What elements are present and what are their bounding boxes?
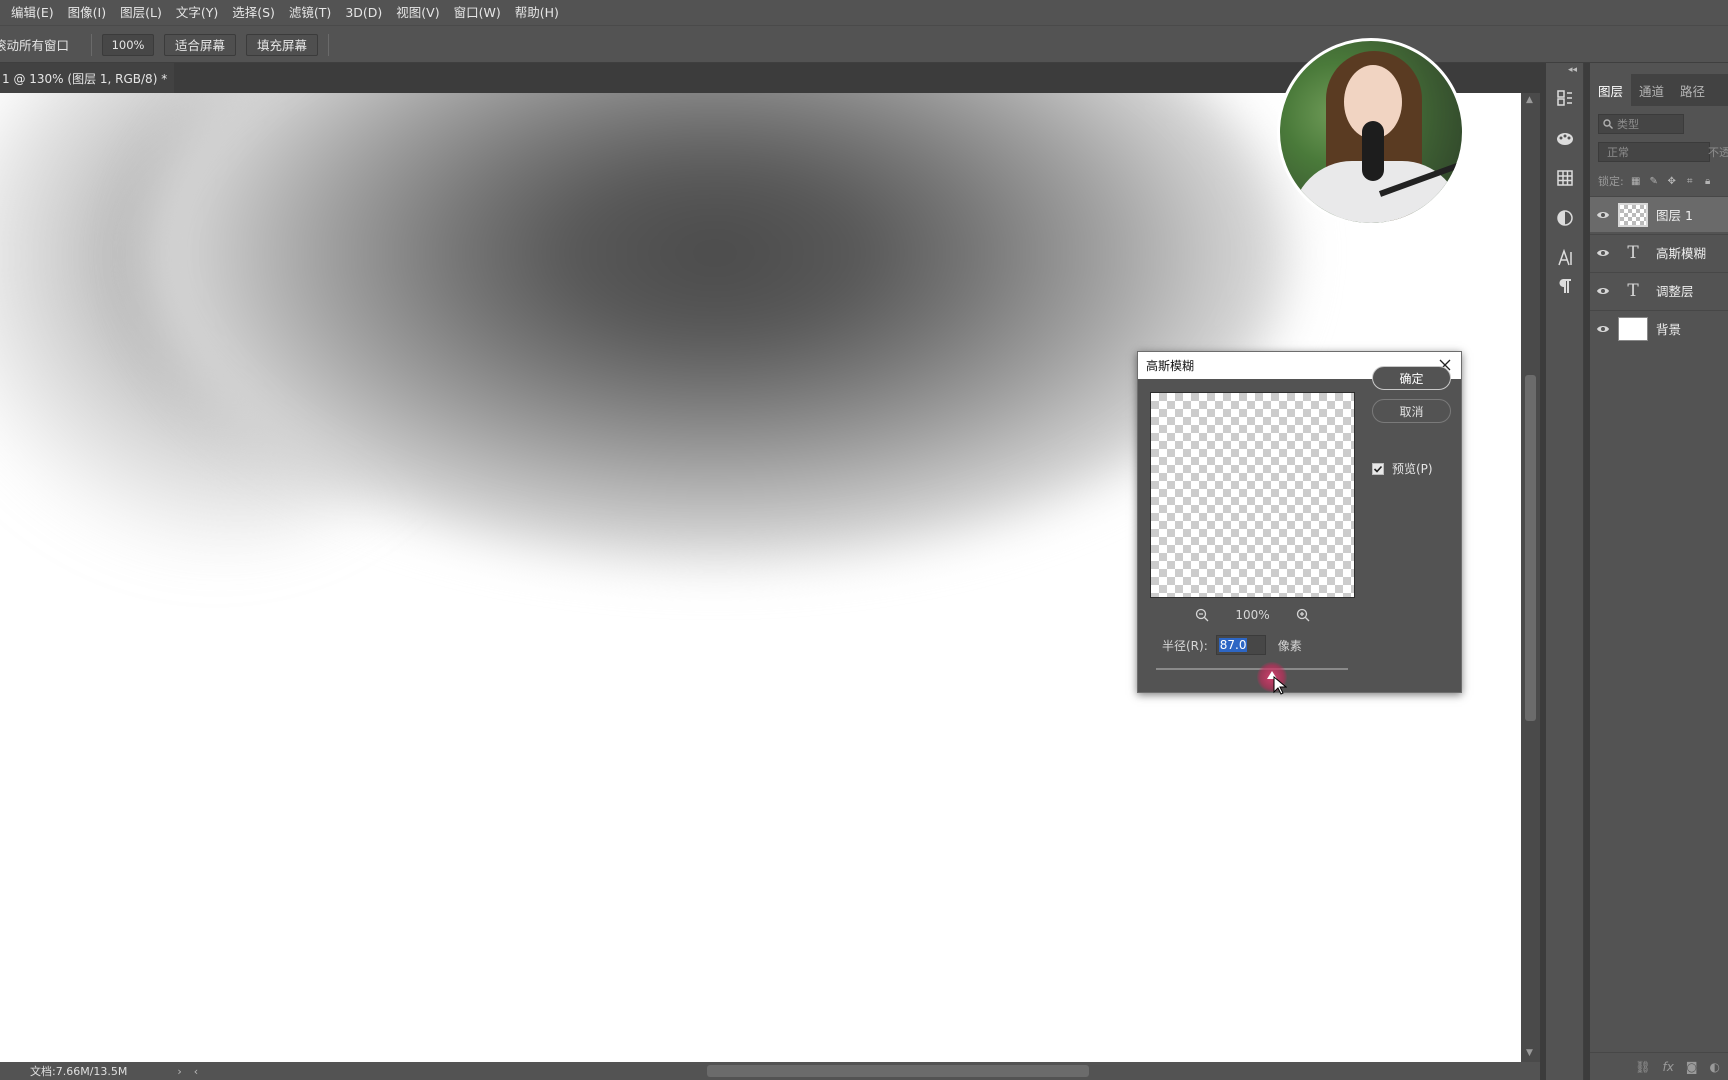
vertical-scrollbar[interactable]: ▲ ▼ (1521, 93, 1540, 1062)
document-size[interactable]: 文档:7.66M/13.5M (30, 1063, 127, 1079)
scroll-all-windows-checkbox[interactable]: 滚动所有窗口 (0, 35, 69, 54)
preview-checkbox-row[interactable]: 预览(P) (1372, 460, 1433, 477)
swatches-icon[interactable] (1554, 167, 1576, 189)
scroll-down-icon[interactable]: ▼ (1526, 1048, 1533, 1058)
blend-mode-select[interactable]: 正常 (1598, 142, 1710, 162)
character-icon[interactable] (1554, 247, 1576, 269)
layers-panel: 图层 通道 路径 类型 正常 不透 锁定: ▦ ✎ ✥ ⌗ 🔒︎ 图层 1 T … (1590, 74, 1728, 1080)
layer-name: 图层 1 (1656, 208, 1693, 223)
layer-name: 调整层 (1656, 284, 1694, 299)
cancel-button[interactable]: 取消 (1372, 399, 1451, 423)
fx-icon[interactable]: fx (1663, 1060, 1674, 1074)
menu-help[interactable]: 帮助(H) (508, 0, 566, 26)
preview-checkbox[interactable] (1372, 462, 1384, 475)
document-tab-title: 1 @ 130% (图层 1, RGB/8) * (2, 71, 168, 86)
text-layer-icon: T (1627, 242, 1639, 263)
menu-filter[interactable]: 滤镜(T) (282, 0, 338, 26)
visibility-eye-icon[interactable] (1590, 248, 1616, 258)
visibility-eye-icon[interactable] (1590, 286, 1616, 296)
vertical-scroll-thumb[interactable] (1525, 375, 1536, 721)
layer-name: 背景 (1656, 322, 1682, 337)
visibility-eye-icon[interactable] (1590, 210, 1616, 220)
menu-bar: 编辑(E) 图像(I) 图层(L) 文字(Y) 选择(S) 滤镜(T) 3D(D… (0, 0, 1728, 26)
color-icon[interactable] (1554, 127, 1576, 149)
menu-window[interactable]: 窗口(W) (447, 0, 508, 26)
preview-zoom-controls: 100% (1150, 606, 1355, 624)
zoom-out-icon[interactable] (1195, 608, 1209, 622)
scroll-up-icon[interactable]: ▲ (1526, 95, 1533, 105)
horizontal-scroll-thumb[interactable] (707, 1065, 1089, 1077)
zoom-in-icon[interactable] (1296, 608, 1310, 622)
layer-row-gaussian-text[interactable]: T 高斯模糊 (1590, 234, 1728, 270)
radius-value: 87.0 (1218, 638, 1248, 652)
mouse-cursor-icon (1273, 676, 1287, 695)
checkmark-icon (1373, 465, 1383, 473)
document-tab[interactable]: 1 @ 130% (图层 1, RGB/8) * × (0, 63, 186, 93)
lock-brush-icon[interactable]: ✎ (1648, 175, 1660, 187)
radius-slider[interactable] (1156, 668, 1348, 670)
status-menu-icon[interactable]: › (177, 1065, 181, 1078)
dialog-title: 高斯模糊 (1146, 359, 1195, 373)
lock-all-icon[interactable]: 🔒︎ (1702, 175, 1714, 187)
lock-row: 锁定: ▦ ✎ ✥ ⌗ 🔒︎ (1590, 170, 1728, 192)
collapse-panels-icon[interactable]: ◂◂ (1568, 65, 1577, 75)
layer-thumbnail (1618, 316, 1648, 341)
layer-name: 高斯模糊 (1656, 246, 1707, 261)
menu-layer[interactable]: 图层(L) (113, 0, 169, 26)
menu-select[interactable]: 选择(S) (225, 0, 282, 26)
layer-row-adjustment-text[interactable]: T 调整层 (1590, 272, 1728, 308)
layer-row-layer1[interactable]: 图层 1 (1590, 196, 1728, 232)
radius-row: 半径(R): 87.0 像素 (1162, 634, 1302, 656)
lock-artboard-icon[interactable]: ⌗ (1684, 175, 1696, 187)
microphone (1362, 121, 1384, 181)
lock-position-icon[interactable]: ✥ (1666, 175, 1678, 187)
history-icon[interactable] (1554, 87, 1576, 109)
tab-layers[interactable]: 图层 (1590, 74, 1632, 106)
layer-row-background[interactable]: 背景 (1590, 310, 1728, 346)
zoom-percent-field[interactable]: 100% (102, 33, 155, 56)
visibility-eye-icon[interactable] (1590, 324, 1616, 334)
panel-icon-strip: ◂◂ (1546, 63, 1584, 1080)
options-divider (91, 33, 93, 56)
fit-screen-button[interactable]: 适合屏幕 (164, 33, 237, 56)
link-layers-icon[interactable]: ⛓ (1635, 1060, 1650, 1074)
lock-transparent-icon[interactable]: ▦ (1630, 175, 1642, 187)
options-bar: 滚动所有窗口 100% 适合屏幕 填充屏幕 (0, 27, 1728, 63)
scroll-left-icon[interactable]: ‹ (194, 1065, 198, 1078)
layers-panel-footer: ⛓ fx ◙ ◐ (1590, 1052, 1728, 1080)
menu-image[interactable]: 图像(I) (61, 0, 113, 26)
webcam-overlay (1277, 38, 1465, 226)
text-layer-icon: T (1627, 280, 1639, 301)
radius-unit: 像素 (1277, 638, 1302, 653)
paragraph-icon[interactable] (1554, 275, 1576, 297)
add-mask-icon[interactable]: ◙ (1686, 1060, 1698, 1074)
menu-3d[interactable]: 3D(D) (338, 0, 389, 26)
layer-filter-label: 类型 (1617, 118, 1639, 131)
tab-channels[interactable]: 通道 (1631, 74, 1672, 106)
gaussian-blur-dialog: 高斯模糊 100% 半径(R): 87.0 像素 确定 取消 预览(P) (1137, 351, 1462, 695)
layers-panel-tabs: 图层 通道 路径 (1590, 74, 1728, 106)
preview-zoom-level: 100% (1235, 608, 1270, 622)
ok-button[interactable]: 确定 (1372, 366, 1451, 390)
menu-view[interactable]: 视图(V) (389, 0, 446, 26)
new-adjustment-icon[interactable]: ◐ (1710, 1060, 1720, 1074)
tab-paths[interactable]: 路径 (1672, 74, 1713, 106)
lock-label: 锁定: (1598, 175, 1624, 188)
opacity-label: 不透 (1708, 146, 1728, 159)
search-icon (1603, 119, 1613, 129)
menu-edit[interactable]: 编辑(E) (4, 0, 61, 26)
radius-input[interactable]: 87.0 (1215, 635, 1266, 655)
layer-filter-dropdown[interactable]: 类型 (1598, 114, 1684, 134)
filter-preview[interactable] (1150, 392, 1355, 598)
options-divider (328, 33, 330, 56)
adjustments-icon[interactable] (1554, 207, 1576, 229)
fill-screen-button[interactable]: 填充屏幕 (246, 33, 319, 56)
menu-type[interactable]: 文字(Y) (169, 0, 225, 26)
preview-checkbox-label: 预览(P) (1392, 462, 1433, 476)
layer-thumbnail (1618, 202, 1648, 227)
radius-label: 半径(R): (1162, 638, 1208, 653)
